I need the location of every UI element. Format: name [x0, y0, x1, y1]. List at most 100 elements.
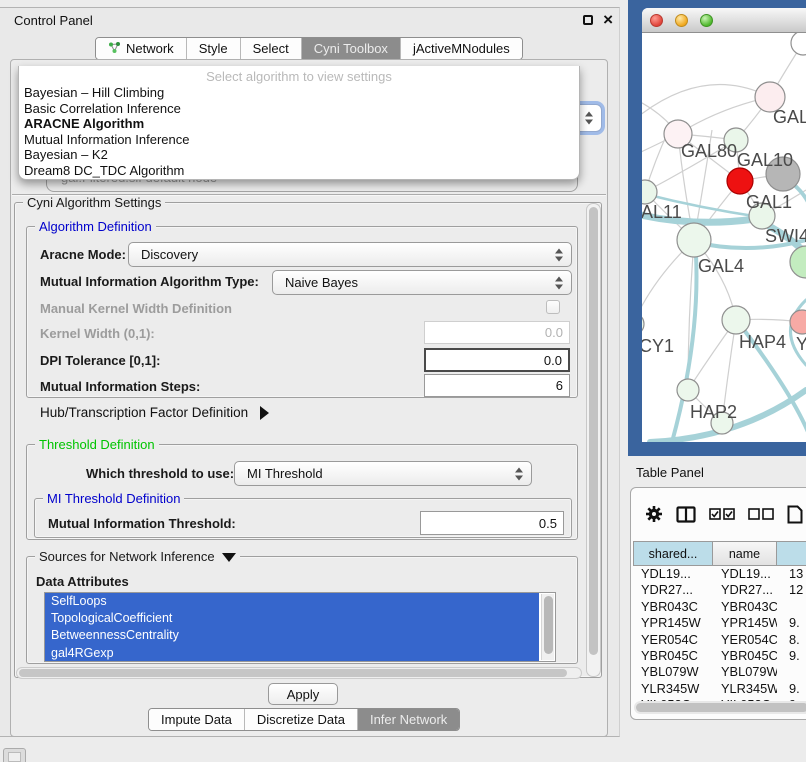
column-header-shared[interactable]: shared... — [633, 541, 713, 566]
kernel-width-field[interactable]: 0.0 — [424, 321, 570, 344]
table-row[interactable]: YBR043CYBR043C — [633, 599, 806, 615]
threshold-definition-title: Threshold Definition — [35, 437, 159, 452]
table-row[interactable]: YER054CYER054C8. — [633, 632, 806, 648]
minimize-traffic-light-icon[interactable] — [675, 14, 688, 27]
node-gcy1[interactable] — [642, 313, 644, 335]
bottom-tab-infer-network[interactable]: Infer Network — [358, 709, 459, 730]
attribute-item-gal4rgexp[interactable]: gal4RGexp — [45, 645, 539, 662]
bottom-tab-infer-network-label: Infer Network — [370, 712, 447, 727]
node-gal4[interactable] — [677, 223, 711, 257]
algorithm-option-basic-correlation-inference[interactable]: Basic Correlation Inference — [19, 101, 579, 117]
node-gal10-label: GAL10 — [737, 150, 793, 170]
node-gal1[interactable] — [727, 168, 753, 194]
tab-network[interactable]: Network — [96, 38, 187, 59]
algorithm-option-bayesian-k2[interactable]: Bayesian – K2 — [19, 147, 579, 163]
checked-checkboxes-icon[interactable] — [709, 508, 735, 521]
table-row[interactable]: YDR27...YDR27...12 — [633, 582, 806, 598]
attribute-item-topologicalcoefficient[interactable]: TopologicalCoefficient — [45, 610, 539, 627]
algorithm-definition-title: Algorithm Definition — [35, 219, 156, 234]
split-panel-icon[interactable] — [676, 506, 696, 523]
control-panel-titlebar: Control Panel × — [0, 8, 619, 34]
mi-threshold-group-title: MI Threshold Definition — [43, 491, 184, 506]
node-green-right[interactable] — [790, 246, 806, 278]
table-row[interactable]: YPR145WYPR145W9. — [633, 615, 806, 631]
algorithm-dropdown-list: Bayesian – Hill ClimbingBasic Correlatio… — [19, 85, 579, 178]
kernel-width-label: Kernel Width (0,1): — [40, 326, 155, 341]
zoom-traffic-light-icon[interactable] — [700, 14, 713, 27]
network-graph[interactable]: GALGAL80GAL10GAL1GAL11SWI4GAL4GCY1HAP4YH… — [642, 33, 806, 442]
stepper-arrows-icon — [515, 467, 524, 480]
tab-style[interactable]: Style — [187, 38, 241, 59]
mi-threshold-field[interactable]: 0.5 — [420, 511, 564, 535]
sources-group-title[interactable]: Sources for Network Inference — [35, 549, 240, 564]
stepper-arrows-icon — [585, 112, 594, 125]
apply-button[interactable]: Apply — [268, 683, 338, 705]
aracne-mode-value: Discovery — [141, 247, 198, 262]
attributes-scrollbar[interactable] — [541, 594, 554, 660]
which-threshold-value: MI Threshold — [247, 466, 323, 481]
close-traffic-light-icon[interactable] — [650, 14, 663, 27]
mi-steps-field[interactable]: 6 — [424, 374, 570, 397]
settings-horizontal-scrollbar[interactable] — [16, 667, 582, 679]
hub-section-toggle[interactable]: Hub/Transcription Factor Definition — [40, 405, 269, 420]
data-attributes-list[interactable]: SelfLoopsTopologicalCoefficientBetweenne… — [44, 592, 556, 662]
file-icon[interactable] — [787, 505, 803, 524]
gear-icon[interactable] — [645, 505, 663, 523]
dpi-tolerance-value: 0.0 — [544, 353, 562, 368]
algorithm-option-bayesian-hill-climbing[interactable]: Bayesian – Hill Climbing — [19, 85, 579, 101]
node-hap2[interactable] — [677, 379, 699, 401]
network-window-titlebar[interactable] — [642, 8, 806, 33]
bottom-tab-impute-data[interactable]: Impute Data — [149, 709, 245, 730]
close-icon[interactable]: × — [603, 10, 613, 30]
which-threshold-label: Which threshold to use: — [86, 466, 234, 481]
mi-type-label: Mutual Information Algorithm Type: — [40, 274, 259, 289]
network-window[interactable]: GALGAL80GAL10GAL1GAL11SWI4GAL4GCY1HAP4YH… — [642, 8, 806, 442]
manual-kernel-label: Manual Kernel Width Definition — [40, 301, 232, 316]
algorithm-option-aracne-algorithm[interactable]: ARACNE Algorithm — [19, 116, 579, 132]
table-row[interactable]: YBL079WYBL079W — [633, 664, 806, 680]
node-hap4[interactable] — [722, 306, 750, 334]
table-horizontal-scrollbar[interactable] — [634, 701, 806, 714]
table-cell: YBR045C — [633, 648, 713, 664]
node-top-right[interactable] — [791, 33, 806, 55]
network-tab-icon — [108, 41, 121, 57]
table-row[interactable]: YBR045CYBR045C9. — [633, 648, 806, 664]
column-header-partial[interactable] — [777, 541, 806, 566]
node-hap2-label: HAP2 — [690, 402, 737, 422]
attribute-item-betweennesscentrality[interactable]: BetweennessCentrality — [45, 627, 539, 644]
table-cell: 9. — [777, 681, 806, 697]
mi-type-combobox[interactable]: Naive Bayes — [272, 270, 572, 295]
tab-cyni-toolbox[interactable]: Cyni Toolbox — [302, 38, 401, 59]
table-cell: YDL19... — [713, 566, 777, 582]
bottom-tab-impute-data-label: Impute Data — [161, 712, 232, 727]
node-gal1-label: GAL1 — [746, 192, 792, 212]
collapsed-arrow-icon — [260, 406, 269, 420]
node-salmon-right-label: Y — [796, 334, 806, 354]
bottom-tab-discretize-data[interactable]: Discretize Data — [245, 709, 358, 730]
which-threshold-combobox[interactable]: MI Threshold — [234, 461, 532, 486]
collapsed-panel-button[interactable] — [3, 748, 26, 762]
algorithm-option-dream8-dc-tdc-algorithm[interactable]: Dream8 DC_TDC Algorithm — [19, 163, 579, 179]
dpi-tolerance-label: DPI Tolerance [0,1]: — [40, 353, 160, 368]
unchecked-checkboxes-icon[interactable] — [748, 508, 774, 521]
stepper-arrows-icon — [555, 248, 564, 261]
node-gal11[interactable] — [642, 180, 657, 204]
table-row[interactable]: YDL19...YDL19...13 — [633, 566, 806, 582]
aracne-mode-combobox[interactable]: Discovery — [128, 242, 572, 267]
tab-select[interactable]: Select — [241, 38, 302, 59]
table-cell: 8. — [777, 632, 806, 648]
float-window-icon[interactable] — [583, 15, 593, 25]
table-cell — [777, 664, 806, 680]
settings-vertical-scrollbar[interactable] — [586, 203, 601, 677]
table-row[interactable]: YLR345WYLR345W9. — [633, 681, 806, 697]
cyni-algorithm-settings-title: Cyni Algorithm Settings — [23, 195, 165, 210]
algorithm-option-mutual-information-inference[interactable]: Mutual Information Inference — [19, 132, 579, 148]
attribute-item-selfloops[interactable]: SelfLoops — [45, 593, 539, 610]
table-cell: YER054C — [713, 632, 777, 648]
dpi-tolerance-field[interactable]: 0.0 — [424, 348, 570, 372]
column-header-name[interactable]: name — [713, 541, 777, 566]
table-cell: YDR27... — [713, 582, 777, 598]
manual-kernel-checkbox[interactable] — [546, 300, 560, 314]
node-salmon-right[interactable] — [790, 310, 806, 334]
tab-jactivemnodules[interactable]: jActiveMNodules — [401, 38, 522, 59]
